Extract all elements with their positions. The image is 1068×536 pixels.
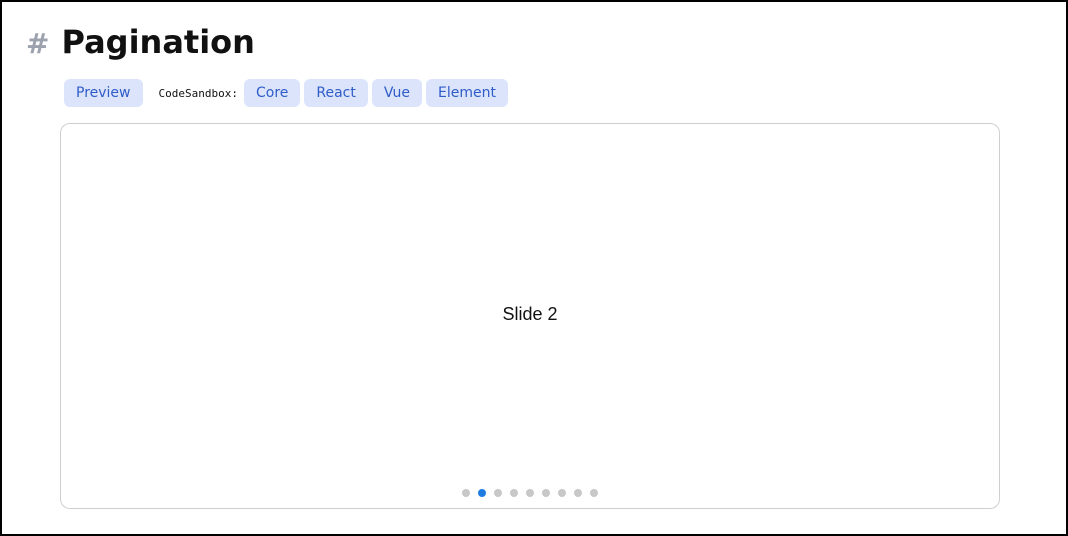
pagination-dot[interactable]: [478, 489, 486, 497]
pagination-dot[interactable]: [510, 489, 518, 497]
pagination-dot[interactable]: [526, 489, 534, 497]
slide-content: Slide 2: [502, 304, 558, 324]
element-sandbox-button[interactable]: Element: [426, 79, 508, 107]
pagination-dots: [462, 489, 598, 497]
pagination-dot[interactable]: [574, 489, 582, 497]
page-heading: # Pagination: [26, 22, 255, 64]
slider-container[interactable]: Slide 2: [60, 123, 1000, 509]
core-sandbox-button[interactable]: Core: [243, 79, 301, 107]
pagination-dot[interactable]: [558, 489, 566, 497]
demo-toolbar: Preview CodeSandbox: Core React Vue Elem…: [64, 79, 508, 107]
page-frame: # Pagination Preview CodeSandbox: Core R…: [0, 0, 1068, 536]
pagination-dot[interactable]: [494, 489, 502, 497]
pagination-dot[interactable]: [590, 489, 598, 497]
page-title: Pagination: [61, 23, 255, 61]
codesandbox-label: CodeSandbox:: [158, 86, 238, 100]
anchor-hash-link[interactable]: #: [26, 24, 49, 64]
preview-button[interactable]: Preview: [64, 79, 143, 107]
vue-sandbox-button[interactable]: Vue: [371, 79, 422, 107]
pagination-dot[interactable]: [462, 489, 470, 497]
react-sandbox-button[interactable]: React: [304, 79, 368, 107]
pagination-dot[interactable]: [542, 489, 550, 497]
